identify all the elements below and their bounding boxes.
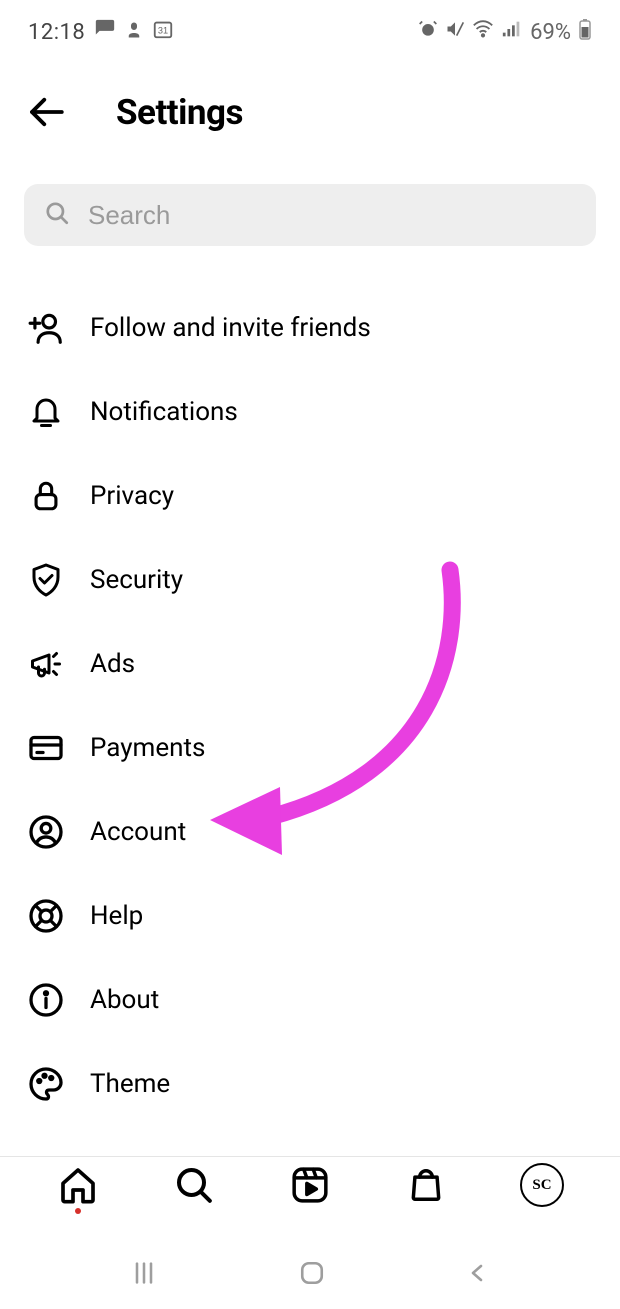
menu-label: Security [90, 565, 183, 595]
status-right: 69% [418, 18, 592, 46]
menu-label: Account [90, 817, 186, 847]
status-time: 12:18 [28, 20, 85, 45]
system-nav [0, 1250, 620, 1300]
nav-profile[interactable]: SC [517, 1160, 567, 1210]
notification-dot [75, 1208, 81, 1214]
menu-item-notifications[interactable]: Notifications [26, 370, 594, 454]
megaphone-icon [26, 644, 66, 684]
menu-item-account[interactable]: Account [26, 790, 594, 874]
menu-label: Ads [90, 649, 135, 679]
alarm-icon [418, 19, 438, 45]
svg-text:31: 31 [158, 26, 168, 36]
menu-label: Help [90, 901, 143, 931]
bottom-nav: SC [0, 1145, 620, 1225]
search-box[interactable] [24, 184, 596, 246]
battery-icon [578, 18, 592, 46]
menu-item-help[interactable]: Help [26, 874, 594, 958]
nav-reels[interactable] [285, 1160, 335, 1210]
menu-item-payments[interactable]: Payments [26, 706, 594, 790]
shop-icon [407, 1166, 445, 1204]
arrow-left-icon [25, 91, 67, 133]
avatar-initials: SC [532, 1177, 551, 1194]
info-icon [26, 980, 66, 1020]
menu-item-about[interactable]: About [26, 958, 594, 1042]
menu-item-theme[interactable]: Theme [26, 1042, 594, 1126]
search-icon [44, 200, 70, 230]
home-icon [58, 1165, 98, 1205]
download-icon [125, 20, 143, 45]
lock-icon [26, 476, 66, 516]
palette-icon [26, 1064, 66, 1104]
nav-search[interactable] [169, 1160, 219, 1210]
wifi-icon [472, 18, 494, 46]
avatar-icon: SC [520, 1163, 564, 1207]
nav-shop[interactable] [401, 1160, 451, 1210]
shield-check-icon [26, 560, 66, 600]
sys-home[interactable] [299, 1260, 325, 1290]
signal-icon [501, 18, 523, 46]
sys-back[interactable] [466, 1261, 490, 1289]
menu-item-follow-invite[interactable]: Follow and invite friends [26, 286, 594, 370]
menu-item-privacy[interactable]: Privacy [26, 454, 594, 538]
menu-label: About [90, 985, 159, 1015]
reels-icon [291, 1166, 329, 1204]
back-button[interactable] [24, 90, 68, 134]
nav-home[interactable] [53, 1160, 103, 1210]
status-left: 12:18 31 [28, 18, 174, 46]
lifebuoy-icon [26, 896, 66, 936]
menu-item-ads[interactable]: Ads [26, 622, 594, 706]
menu-label: Follow and invite friends [90, 313, 371, 343]
menu-item-security[interactable]: Security [26, 538, 594, 622]
menu-label: Notifications [90, 397, 238, 427]
status-bar: 12:18 31 69% [0, 0, 620, 60]
message-icon [94, 18, 116, 46]
menu-label: Privacy [90, 481, 174, 511]
menu-label: Theme [90, 1069, 170, 1099]
header: Settings [0, 60, 620, 164]
page-title: Settings [116, 92, 243, 133]
search-icon [174, 1165, 214, 1205]
calendar-icon: 31 [152, 18, 174, 46]
bell-icon [26, 392, 66, 432]
sys-recent[interactable] [130, 1259, 158, 1291]
card-icon [26, 728, 66, 768]
add-user-icon [26, 308, 66, 348]
mute-icon [445, 19, 465, 45]
menu-label: Payments [90, 733, 205, 763]
battery-percent: 69% [530, 20, 571, 45]
settings-list: Follow and invite friends Notifications … [0, 256, 620, 1126]
user-circle-icon [26, 812, 66, 852]
search-input[interactable] [88, 200, 576, 231]
